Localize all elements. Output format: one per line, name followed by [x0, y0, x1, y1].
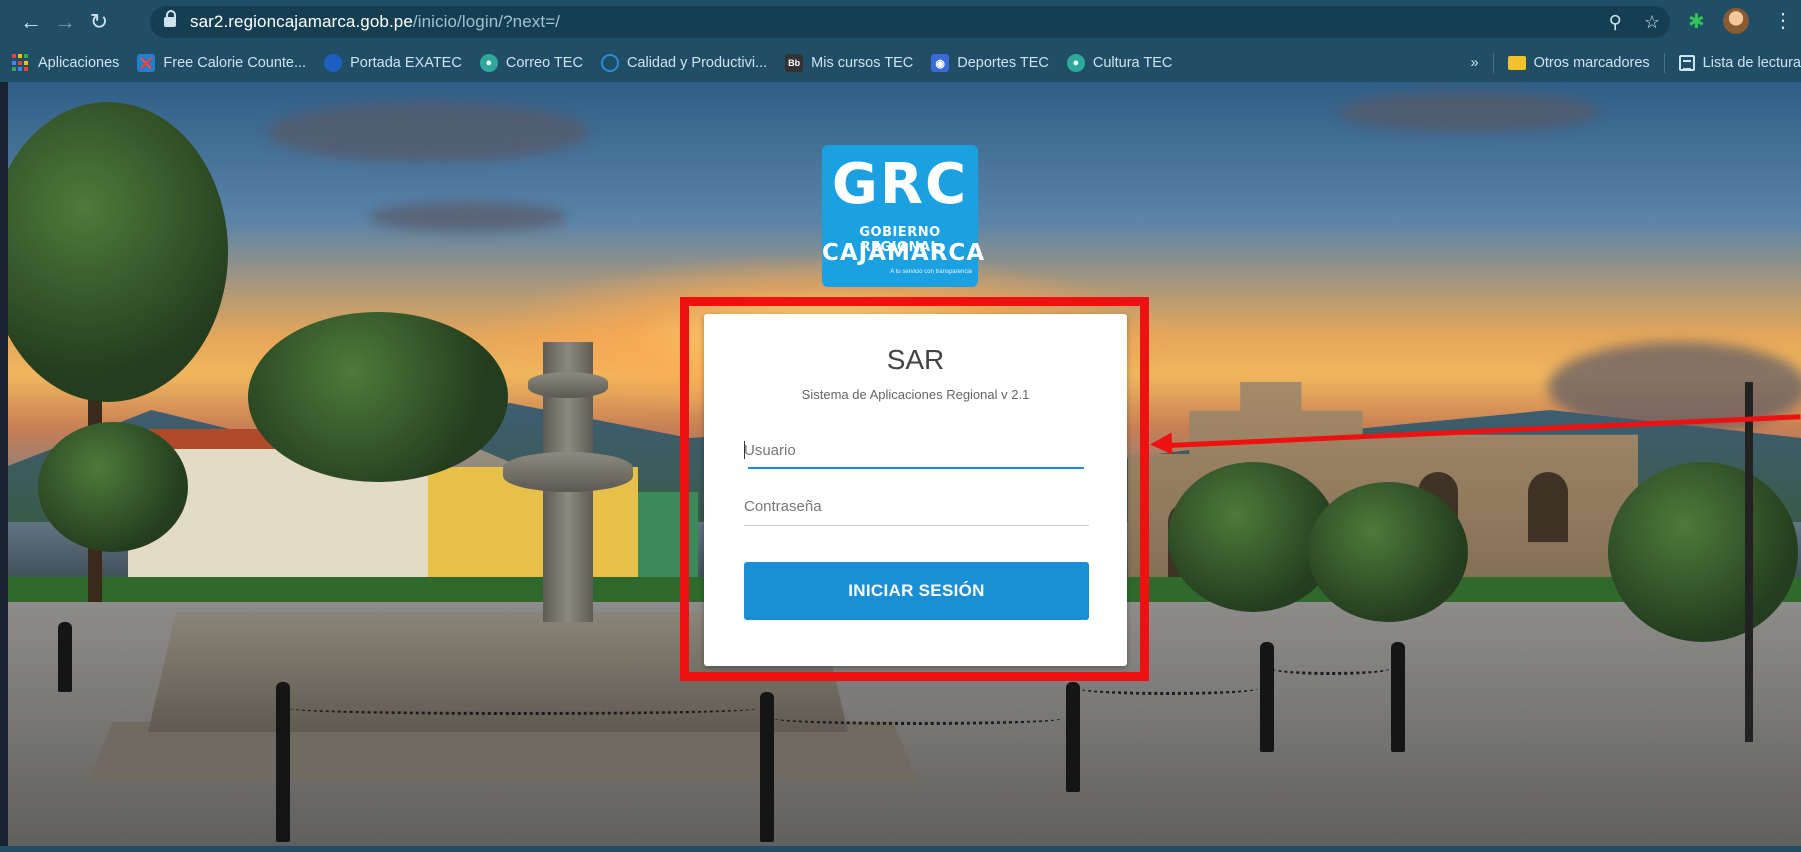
password-underline: [744, 525, 1089, 526]
username-input[interactable]: [744, 432, 1089, 468]
extensions-puzzle-icon[interactable]: ✱: [1688, 9, 1705, 34]
folder-icon: [1507, 56, 1526, 70]
toolbar: ← → ↻ sar2.regioncajamarca.gob.pe/inicio…: [0, 0, 1801, 44]
logo-tagline: A tu servicio con transparencia: [890, 269, 972, 275]
bookmark-label: Mis cursos TEC: [811, 55, 914, 71]
bookmark-portada-exatec[interactable]: Portada EXATEC: [324, 54, 462, 72]
back-icon[interactable]: ←: [14, 5, 48, 39]
cloud: [368, 202, 568, 232]
bookmarks-overflow[interactable]: »: [1471, 55, 1479, 71]
divider: [1492, 53, 1494, 73]
bollard: [58, 622, 72, 692]
star-icon[interactable]: ☆: [1644, 12, 1660, 33]
profile-avatar[interactable]: [1722, 8, 1749, 34]
other-bookmarks-label: Otros marcadores: [1533, 55, 1650, 71]
bollard: [760, 692, 774, 842]
globe-icon: ●: [1066, 54, 1085, 72]
cathedral-arch: [1528, 472, 1568, 542]
bookmark-aplicaciones[interactable]: Aplicaciones: [12, 54, 119, 72]
fountain-bowl: [528, 372, 608, 398]
tree: [1608, 462, 1798, 642]
toolbar-right: ✱: [1688, 8, 1749, 34]
reload-icon[interactable]: ↻: [82, 5, 116, 39]
deportes-icon: ◉: [931, 54, 950, 72]
other-bookmarks[interactable]: Otros marcadores: [1507, 55, 1650, 71]
bookmarks-right: » Otros marcadores Lista de lectura: [1471, 44, 1801, 82]
bookmark-label: Cultura TEC: [1092, 55, 1173, 71]
zoom-icon[interactable]: ⚲: [1609, 12, 1622, 33]
gobierno-regional-logo: GRC GOBIERNO REGIONAL CAJAMARCA A tu ser…: [822, 145, 986, 287]
bookmark-label: Aplicaciones: [38, 55, 120, 71]
bookmark-calidad[interactable]: Calidad y Productivi...: [600, 54, 768, 72]
street-lamp: [1745, 382, 1753, 742]
app-title: SAR: [886, 344, 945, 375]
bottom-edge: [0, 846, 1801, 852]
forward-icon[interactable]: →: [48, 5, 82, 39]
bookmarks-bar: Aplicaciones ❌ Free Calorie Counte... Po…: [0, 44, 1801, 82]
bookmark-label: Deportes TEC: [957, 55, 1049, 71]
bookmark-label: Portada EXATEC: [350, 55, 462, 71]
address-bar[interactable]: sar2.regioncajamarca.gob.pe/inicio/login…: [150, 6, 1670, 38]
tree: [248, 312, 508, 482]
bookmark-label: Free Calorie Counte...: [163, 55, 307, 71]
chain: [1078, 682, 1258, 695]
bookmark-cultura[interactable]: ● Cultura TEC: [1066, 54, 1173, 72]
red-arrow-head-icon: [1149, 432, 1173, 456]
bookmark-calorie-counter[interactable]: ❌ Free Calorie Counte...: [137, 54, 306, 72]
app-subtitle: Sistema de Aplicaciones Regional v 2.1: [801, 387, 1030, 402]
bollard: [1260, 642, 1274, 752]
exatec-icon: [324, 54, 343, 72]
apps-grid-icon: [12, 54, 30, 72]
reading-list-label: Lista de lectura: [1702, 55, 1801, 71]
fountain-bowl: [503, 452, 633, 492]
bookmark-mis-cursos[interactable]: Bb Mis cursos TEC: [785, 54, 913, 72]
bookmark-label: Calidad y Productivi...: [626, 55, 768, 71]
bollard: [1066, 682, 1080, 792]
bookmark-deportes[interactable]: ◉ Deportes TEC: [931, 54, 1049, 72]
lock-icon[interactable]: [164, 10, 176, 28]
reading-list[interactable]: Lista de lectura: [1678, 55, 1801, 71]
login-card: SAR Sistema de Aplicaciones Regional v 2…: [704, 314, 1127, 666]
bollard: [1391, 642, 1405, 752]
bookmark-correo-tec[interactable]: ● Correo TEC: [479, 54, 583, 72]
cloud: [268, 102, 588, 162]
logo-line2: CAJAMARCA: [822, 240, 986, 266]
url-domain: sar2.regioncajamarca.gob.pe: [190, 12, 413, 31]
chain: [773, 712, 1063, 725]
logo-acronym: GRC: [831, 152, 969, 217]
globe-icon: ●: [479, 54, 498, 72]
divider: [1663, 53, 1665, 73]
bookmark-label: Correo TEC: [505, 55, 583, 71]
username-underline: [748, 467, 1084, 469]
tree: [38, 422, 188, 552]
calorie-icon: ❌: [137, 54, 156, 72]
omnibox-icons: ⚲ ☆: [1609, 6, 1660, 38]
reading-list-icon: [1678, 55, 1695, 71]
password-input[interactable]: [744, 488, 1089, 524]
circle-icon: [600, 54, 619, 72]
blackboard-icon: Bb: [785, 54, 804, 72]
login-button[interactable]: INICIAR SESIÓN: [744, 562, 1089, 620]
url-text[interactable]: sar2.regioncajamarca.gob.pe/inicio/login…: [190, 12, 560, 32]
menu-dots-icon[interactable]: ⋮: [1773, 8, 1793, 33]
chain: [288, 702, 758, 715]
chain: [1272, 662, 1390, 675]
text-caret: [744, 441, 745, 459]
url-path: /inicio/login/?next=/: [412, 12, 561, 31]
browser-chrome: ← → ↻ sar2.regioncajamarca.gob.pe/inicio…: [0, 0, 1801, 82]
tree: [1308, 482, 1468, 622]
cloud: [1338, 92, 1598, 132]
